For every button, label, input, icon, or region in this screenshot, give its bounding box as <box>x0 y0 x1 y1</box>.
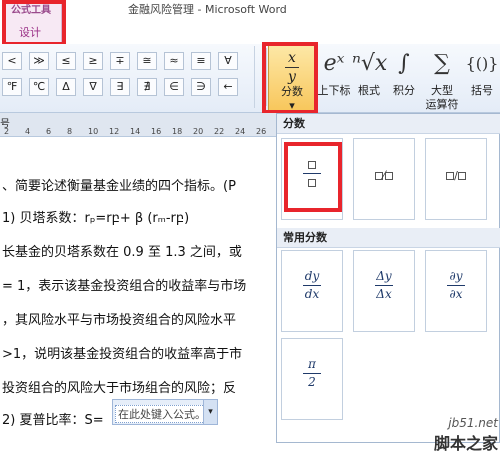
fraction-gallery: 分数 ⁄ / 常用分数 dy dx Δy Δx ∂y ∂x π2 <box>276 113 500 443</box>
symbol-button[interactable]: ≡ <box>191 52 211 70</box>
fraction-partial-option[interactable]: ∂y ∂x <box>425 250 487 332</box>
ruler-tick: 12 <box>109 127 120 136</box>
equation-ribbon: < ≫ ≤ ≥ ∓ ≅ ≈ ≡ ∀ ℉ ℃ Δ ∇ ∃ ∄ ∈ ∋ ← x y 分数 ▾ eˣ 上下标 ⁿ√x … <box>0 44 500 113</box>
skewed-fraction-option[interactable]: ⁄ <box>353 138 415 220</box>
fraction-label: 分数 <box>281 85 303 98</box>
bracket-button[interactable]: {()} 括号 <box>464 44 500 113</box>
ruler: 号 2 4 6 8 10 12 14 16 18 20 22 24 26 <box>0 113 276 137</box>
sum-icon: ∑ <box>434 51 450 76</box>
title-bar: 金融风险管理 - Microsoft Word <box>0 0 500 18</box>
symbol-button[interactable]: ∈ <box>164 78 184 96</box>
symbol-button[interactable]: ∃ <box>110 78 130 96</box>
script-icon: eˣ <box>323 51 345 76</box>
ruler-tick: 8 <box>67 127 73 136</box>
symbol-gallery-scroll[interactable] <box>254 46 264 108</box>
ruler-tick: 14 <box>130 127 141 136</box>
ruler-tick: 26 <box>256 127 267 136</box>
chevron-down-icon[interactable]: ▾ <box>203 400 217 424</box>
script-button[interactable]: eˣ 上下标 <box>316 44 352 113</box>
fraction-pi-over-2-option[interactable]: π2 <box>281 338 343 420</box>
doc-line: 投资组合的风险大于市场组合的风险；反 <box>2 381 237 396</box>
radical-icon: ⁿ√x <box>352 51 388 76</box>
integral-button[interactable]: ∫ 积分 <box>388 44 420 113</box>
linear-fraction-option[interactable]: / <box>425 138 487 220</box>
equation-placeholder[interactable]: 在此处键入公式。 ▾ <box>112 399 218 425</box>
ruler-tick: 16 <box>151 127 162 136</box>
window-title: 金融风险管理 - Microsoft Word <box>128 3 287 16</box>
bracket-label: 括号 <box>471 84 493 97</box>
symbol-button[interactable]: ← <box>218 78 238 96</box>
symbol-button[interactable]: ℉ <box>2 78 22 96</box>
doc-line: >1，说明该基金投资组合的收益率高于市 <box>2 347 243 362</box>
symbol-button[interactable]: ≅ <box>137 52 157 70</box>
document-area[interactable]: 、简要论述衡量基金业绩的四个指标。(P 1) 贝塔系数：rₚ=rբ+ β (rₘ… <box>0 137 276 456</box>
gallery-section-fractions: 分数 <box>277 114 500 134</box>
ruler-tick: 18 <box>172 127 183 136</box>
doc-line: 长基金的贝塔系数在 0.9 至 1.3 之间，或 <box>2 245 242 260</box>
ribbon-separator <box>266 48 267 106</box>
equation-placeholder-text[interactable]: 在此处键入公式。 <box>115 405 209 423</box>
ruler-tick: 24 <box>235 127 246 136</box>
large-operator-label: 大型 <box>431 84 453 97</box>
design-tab-label: 设计 <box>19 26 41 39</box>
ruler-tick: 10 <box>88 127 99 136</box>
symbol-button[interactable]: ≈ <box>164 52 184 70</box>
doc-line: = 1，表示该基金投资组合的收益率与市场 <box>2 279 247 294</box>
chevron-down-icon: ▾ <box>289 99 295 112</box>
doc-line: 、简要论述衡量基金业绩的四个指标。(P <box>2 179 236 194</box>
large-operator-button[interactable]: ∑ 大型 运算符 <box>420 44 464 113</box>
symbol-button[interactable]: ∓ <box>110 52 130 70</box>
symbol-button[interactable]: ∄ <box>137 78 157 96</box>
gallery-section-common: 常用分数 <box>277 228 500 248</box>
symbol-button[interactable]: Δ <box>56 78 76 96</box>
symbol-button[interactable]: ∀ <box>218 52 238 70</box>
radical-label: 根式 <box>358 84 380 97</box>
large-operator-label2: 运算符 <box>425 98 459 111</box>
context-group-label: 公式工具 <box>11 5 51 16</box>
doc-line: 1) 贝塔系数：rₚ=rբ+ β (rₘ-rբ) <box>2 211 190 226</box>
ruler-tick: 22 <box>214 127 225 136</box>
doc-line: ，其风险水平与市场投资组合的风险水平 <box>2 313 237 328</box>
watermark-name: 脚本之家 <box>433 434 498 453</box>
symbol-button[interactable]: ∋ <box>191 78 211 96</box>
symbol-button[interactable]: ≥ <box>83 52 103 70</box>
symbol-button[interactable]: ∇ <box>83 78 103 96</box>
symbol-button[interactable]: ≤ <box>56 52 76 70</box>
fraction-button[interactable]: x y 分数 ▾ <box>268 44 316 113</box>
doc-line: 2) 夏普比率：S= <box>2 413 104 428</box>
symbol-button[interactable]: < <box>2 52 22 70</box>
symbol-button[interactable]: ≫ <box>29 52 49 70</box>
watermark: jb51.net 脚本之家 <box>434 416 498 454</box>
ruler-tick: 2 <box>4 127 10 136</box>
fraction-icon: x y <box>269 45 315 85</box>
fraction-delta-option[interactable]: Δy Δx <box>353 250 415 332</box>
ruler-tick: 6 <box>46 127 52 136</box>
watermark-url: jb51.net <box>448 416 498 430</box>
radical-button[interactable]: ⁿ√x 根式 <box>352 44 388 113</box>
stacked-fraction-option[interactable] <box>281 138 343 220</box>
ruler-tick: 4 <box>25 127 31 136</box>
script-label: 上下标 <box>317 84 351 97</box>
integral-icon: ∫ <box>398 51 410 76</box>
design-tab[interactable]: 公式工具 设计 <box>4 0 62 44</box>
bracket-icon: {()} <box>465 54 499 73</box>
symbol-button[interactable]: ℃ <box>29 78 49 96</box>
ruler-tick: 20 <box>193 127 204 136</box>
fraction-dy-dx-option[interactable]: dy dx <box>281 250 343 332</box>
integral-label: 积分 <box>393 84 415 97</box>
